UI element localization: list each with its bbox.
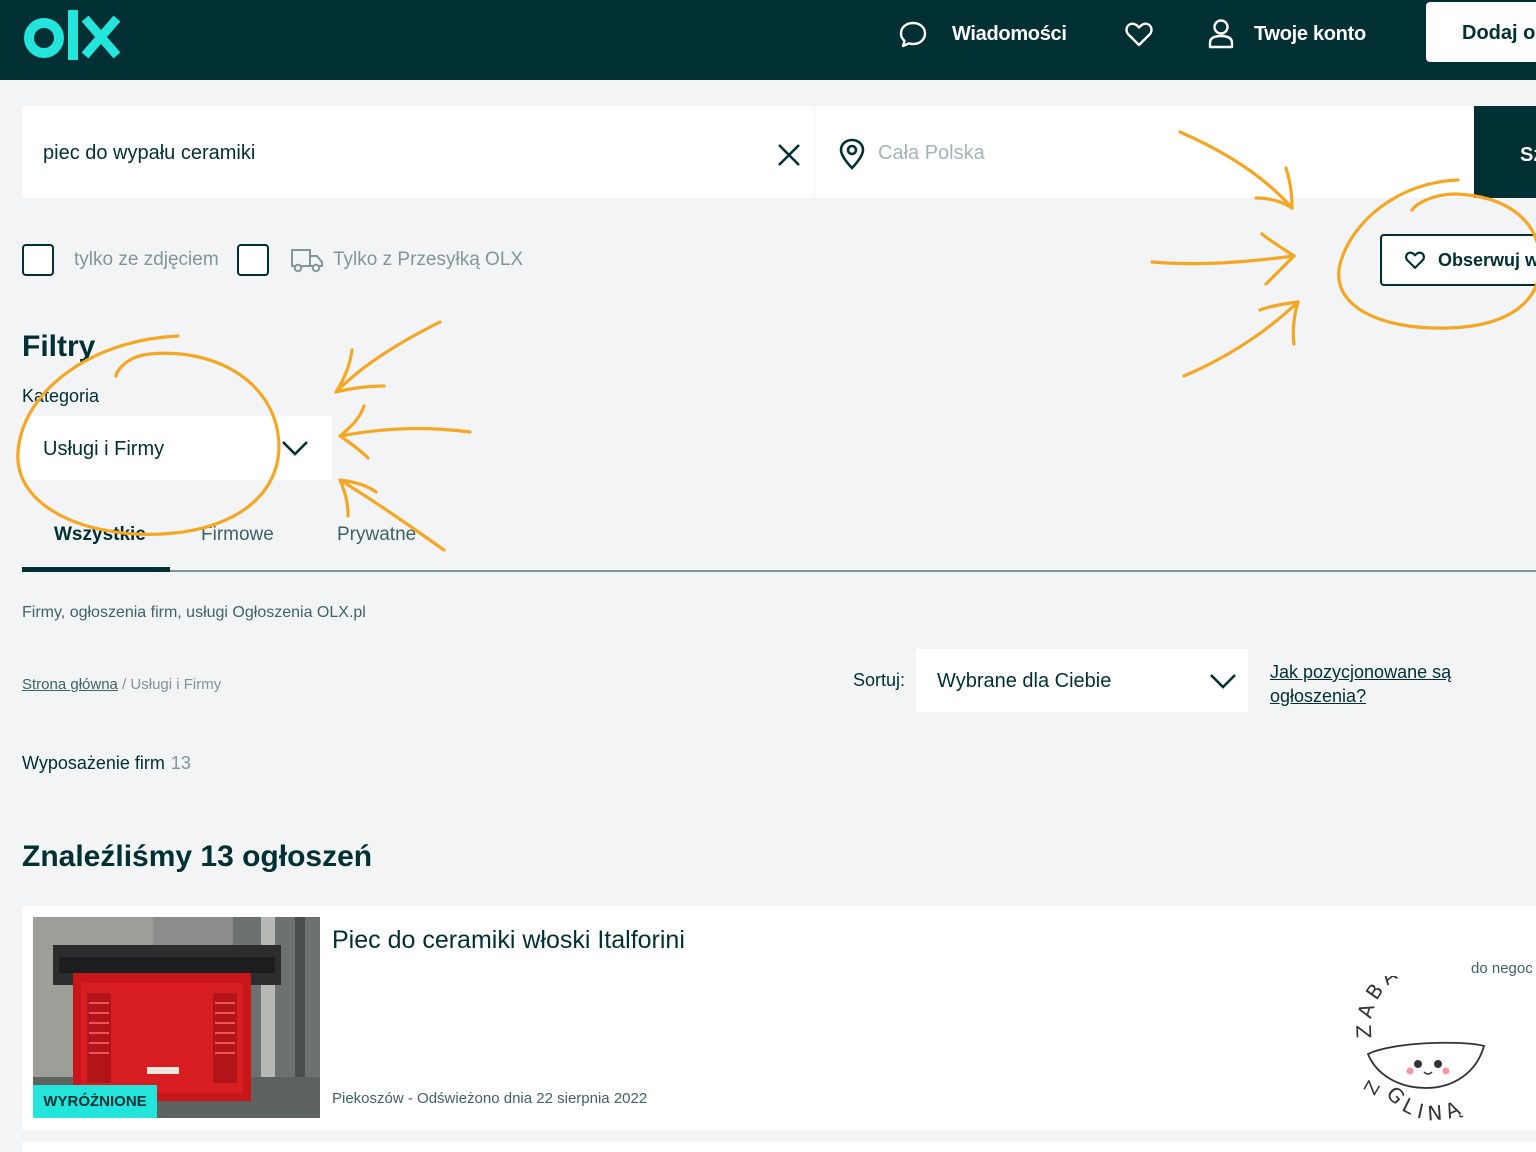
listing-price-note: do negoc <box>1471 960 1533 977</box>
nav-account[interactable]: Twoje konto <box>1206 18 1366 50</box>
listing-card-next[interactable] <box>22 1142 1536 1152</box>
chat-bubble-icon <box>899 21 927 48</box>
search-query-text: piec do wypału ceramiki <box>43 142 256 164</box>
user-icon <box>1208 19 1234 49</box>
listing-location-date: Piekoszów - Odświeżono dnia 22 sierpnia … <box>332 1090 648 1107</box>
location-pin-icon <box>839 138 865 170</box>
tab-business[interactable]: Firmowe <box>201 524 274 546</box>
photos-only-label: tylko ze zdjęciem <box>74 249 219 270</box>
location-input[interactable]: Cała Polska <box>815 106 1475 198</box>
sort-value: Wybrane dla Ciebie <box>937 670 1112 692</box>
nav-account-label: Twoje konto <box>1254 22 1366 45</box>
zabawy-z-glina-stamp: ZABAWY GLINĄ Z <box>1352 976 1486 1126</box>
category-value: Usługi i Firmy <box>43 438 165 460</box>
delivery-only-label: Tylko z Przesyłką OLX <box>333 249 524 270</box>
tab-private[interactable]: Prywatne <box>337 524 416 546</box>
tab-all[interactable]: Wszystkie <box>54 524 146 546</box>
subcategory-link[interactable]: Wyposażenie firm 13 <box>22 753 191 774</box>
observe-label: Obserwuj w <box>1438 249 1536 270</box>
sort-label: Sortuj: <box>853 670 906 690</box>
search-input[interactable]: piec do wypału ceramiki <box>22 106 814 198</box>
results-heading: Znaleźliśmy 13 ogłoszeń <box>22 840 373 873</box>
annotation-arrow-observe-3 <box>1182 300 1300 378</box>
add-listing-button[interactable]: Dodaj o <box>1426 2 1536 62</box>
category-select[interactable]: Usługi i Firmy <box>22 416 332 480</box>
featured-badge: WYRÓŻNIONE <box>33 1085 157 1118</box>
top-navigation-bar: Wiadomości Twoje konto Dodaj o <box>0 0 1536 80</box>
observe-search-button[interactable]: Obserwuj w <box>1380 234 1536 286</box>
svg-text:Z: Z <box>1360 1078 1384 1099</box>
photos-only-checkbox[interactable] <box>22 244 54 276</box>
search-button[interactable]: Sz <box>1474 106 1536 198</box>
subcategory-count: 13 <box>170 753 191 773</box>
subcategory-name: Wyposażenie firm <box>22 753 165 773</box>
seo-description: Firmy, ogłoszenia firm, usługi Ogłoszeni… <box>22 604 366 621</box>
breadcrumb: Strona główna / Usługi i Firmy <box>22 676 221 693</box>
heart-icon <box>1125 22 1153 47</box>
annotation-arrow-category-1 <box>334 320 442 394</box>
delivery-only-checkbox[interactable] <box>237 244 269 276</box>
listing-card[interactable]: WYRÓŻNIONE Piec do ceramiki włoski Italf… <box>22 906 1536 1130</box>
listing-photo[interactable]: WYRÓŻNIONE <box>33 917 320 1118</box>
svg-text:ZABAWY: ZABAWY <box>1352 976 1444 1039</box>
nav-messages[interactable]: Wiadomości <box>898 18 1067 50</box>
close-icon[interactable] <box>775 141 803 169</box>
nav-favorites[interactable] <box>1124 18 1154 50</box>
ranking-info-link[interactable]: Jak pozycjonowane są ogłoszenia? <box>1270 660 1490 708</box>
breadcrumb-separator: / <box>117 676 131 693</box>
heart-icon <box>1405 251 1425 269</box>
filters-heading: Filtry <box>22 330 96 363</box>
olx-logo[interactable] <box>22 8 122 64</box>
chevron-down-icon <box>282 441 308 456</box>
listing-title[interactable]: Piec do ceramiki włoski Italforini <box>332 926 685 955</box>
category-label: Kategoria <box>22 386 100 406</box>
chevron-down-icon <box>1210 674 1236 689</box>
annotation-arrow-observe-2 <box>1150 232 1296 286</box>
annotation-arrow-category-2 <box>338 404 472 460</box>
nav-messages-label: Wiadomości <box>952 22 1067 45</box>
truck-icon <box>291 249 323 273</box>
location-placeholder: Cała Polska <box>878 142 985 164</box>
active-tab-indicator <box>22 567 170 572</box>
tabs-divider <box>22 570 1536 572</box>
breadcrumb-home-link[interactable]: Strona główna <box>22 676 118 693</box>
sort-select[interactable]: Wybrane dla Ciebie <box>916 649 1248 712</box>
breadcrumb-current: Usługi i Firmy <box>130 676 222 693</box>
